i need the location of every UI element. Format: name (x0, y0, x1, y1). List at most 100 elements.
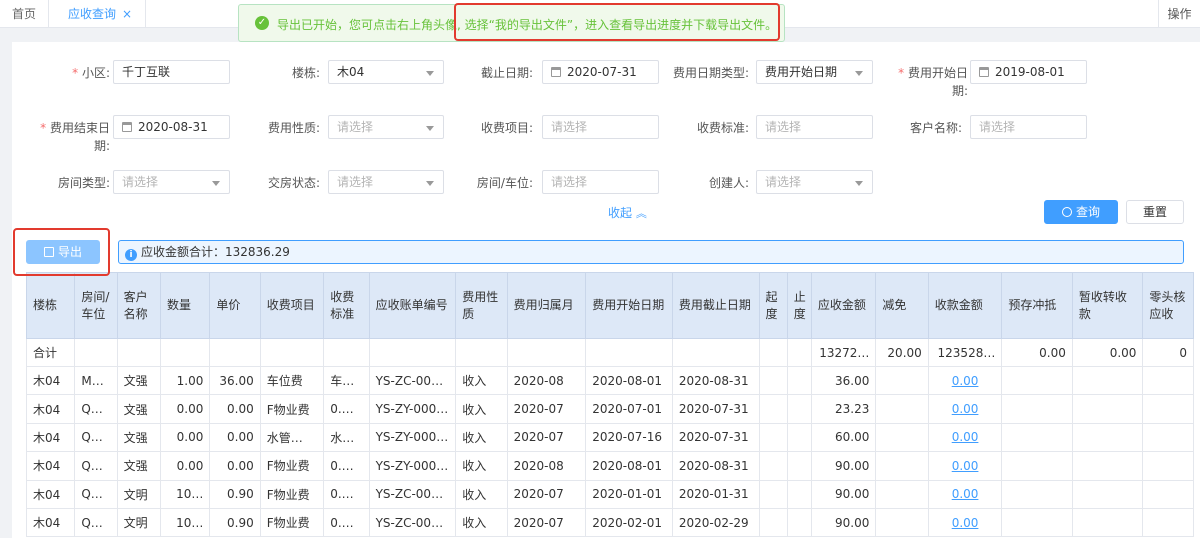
fee-end-date-picker[interactable]: 2020-08-31 (113, 115, 230, 139)
table-cell: 木04 (25, 479, 76, 509)
fee-start-label: * 费用开始日期: (898, 66, 968, 98)
table-cell: F物业费 (259, 394, 325, 424)
table-row[interactable]: 木04 Q… 文强 0.00 0.00 水管… 水… YS-ZY-000… 收入 2020-07 2… (25, 422, 1194, 453)
summary-bar: i 应收金额合计：132836.29 (118, 240, 1184, 264)
total-cell: 0.00 (1001, 338, 1073, 367)
table-cell (1001, 451, 1073, 481)
table-row[interactable]: 木04 Q… 文明 10… 0.90 F物业费 0.… YS-ZC-000… 收入 2020-07… (25, 507, 1194, 538)
table-cell (1142, 479, 1194, 509)
table-cell: 收入 (455, 394, 508, 424)
table-cell (1071, 507, 1144, 538)
received-amount-link[interactable]: 0.00 (927, 365, 1003, 396)
charge-standard-input[interactable]: 请选择 (756, 115, 873, 139)
table-cell: 文强 (116, 451, 162, 481)
received-amount-link[interactable]: 0.00 (927, 507, 1003, 538)
close-icon[interactable]: × (122, 0, 132, 28)
table-cell: 36.00 (209, 365, 261, 396)
total-cell (506, 338, 587, 367)
fee-date-type-label: 费用日期类型: (672, 66, 749, 80)
received-amount-link[interactable]: 0.00 (927, 479, 1003, 509)
column-header: 房间/车位 (74, 272, 118, 339)
table-cell: 90.00 (810, 451, 877, 481)
table-cell (1001, 507, 1073, 538)
table-body: 合计 13272… 20.00 123528… 0.00 0.00 0 木04 M… 文强 1.0… (25, 338, 1194, 538)
total-cell (259, 338, 325, 367)
total-row: 合计 13272… 20.00 123528… 0.00 0.00 0 (25, 338, 1194, 367)
collapse-toggle[interactable]: 收起 ︽ (608, 204, 647, 221)
fee-nature-select[interactable]: 请选择 (328, 115, 444, 139)
building-select[interactable]: 木04 (328, 60, 444, 84)
total-cell (758, 338, 788, 367)
table-row[interactable]: 木04 M… 文强 1.00 36.00 车位费 车… YS-ZC-000… 收入 2020-08… (25, 365, 1194, 396)
table-cell: 木04 (25, 507, 76, 538)
chevron-down-icon (855, 71, 863, 76)
community-field[interactable]: 千丁互联 (113, 60, 230, 84)
table-cell: 10… (159, 479, 211, 509)
table-cell (1071, 479, 1144, 509)
table-cell (875, 365, 929, 396)
received-amount-link[interactable]: 0.00 (927, 394, 1003, 424)
table-cell: 2020-08-31 (671, 365, 760, 396)
table-cell: 收入 (455, 507, 508, 538)
column-header: 收款金额 (927, 272, 1003, 339)
table-cell: 60.00 (810, 422, 877, 453)
building-label: 楼栋: (291, 66, 320, 80)
table-cell (786, 394, 812, 424)
room-type-select[interactable]: 请选择 (113, 170, 230, 194)
column-header: 止度 (786, 272, 812, 339)
column-header: 费用开始日期 (585, 272, 673, 339)
table-cell (1001, 479, 1073, 509)
charge-standard-label: 收费标准: (696, 121, 749, 135)
table-cell (1142, 365, 1194, 396)
handover-select[interactable]: 请选择 (328, 170, 444, 194)
table-cell (758, 479, 788, 509)
total-cell: 20.00 (875, 338, 929, 367)
table-cell: YS-ZC-000… (368, 479, 457, 509)
column-header: 客户名称 (116, 272, 162, 339)
column-header: 减免 (875, 272, 929, 339)
table-cell: 收入 (455, 451, 508, 481)
fee-date-type-select[interactable]: 费用开始日期 (756, 60, 873, 84)
table-cell: 2020-07-31 (671, 394, 760, 424)
table-cell: 文强 (116, 422, 162, 453)
table-cell: 收入 (455, 365, 508, 396)
customer-input[interactable]: 请选择 (970, 115, 1087, 139)
tab-receivable-query[interactable]: 应收查询 × (49, 0, 146, 28)
column-header: 费用归属月 (506, 272, 587, 339)
received-amount-link[interactable]: 0.00 (927, 451, 1003, 481)
table-cell (1142, 422, 1194, 453)
table-cell: 2020-02-29 (671, 507, 760, 538)
table-cell (758, 451, 788, 481)
table-cell (1142, 507, 1194, 538)
charge-item-input[interactable]: 请选择 (542, 115, 659, 139)
creator-select[interactable]: 请选择 (756, 170, 873, 194)
column-header: 预存冲抵 (1001, 272, 1073, 339)
table-row[interactable]: 木04 Q… 文明 10… 0.90 F物业费 0.… YS-ZC-000… 收入 2020-07… (25, 479, 1194, 509)
table-cell: 水… (323, 422, 370, 453)
query-button[interactable]: 查询 (1044, 200, 1118, 224)
fee-start-date-picker[interactable]: 2019-08-01 (970, 60, 1087, 84)
received-amount-link[interactable]: 0.00 (927, 422, 1003, 453)
table-cell (786, 365, 812, 396)
room-slot-input[interactable]: 请选择 (542, 170, 659, 194)
total-cell (159, 338, 211, 367)
table-cell: 水管… (259, 422, 325, 453)
table-cell: 90.00 (810, 479, 877, 509)
table-cell: YS-ZY-000… (368, 422, 457, 453)
table-row[interactable]: 木04 Q… 文强 0.00 0.00 F物业费 0.… YS-ZY-000… 收入 2020-0… (25, 394, 1194, 424)
cutoff-date-picker[interactable]: 2020-07-31 (542, 60, 659, 84)
reset-button[interactable]: 重置 (1126, 200, 1184, 224)
tab-home[interactable]: 首页 (0, 0, 49, 28)
column-header: 起度 (758, 272, 788, 339)
summary-text: 应收金额合计：132836.29 (141, 245, 290, 259)
room-type-label: 房间类型: (57, 176, 110, 190)
table-cell (875, 422, 929, 453)
table-cell: 2020-07 (506, 394, 587, 424)
column-header: 费用截止日期 (671, 272, 760, 339)
total-cell: 0.00 (1071, 338, 1144, 367)
table-cell: YS-ZC-000… (368, 365, 457, 396)
chevron-down-icon (212, 181, 220, 186)
table-cell: 文强 (116, 394, 162, 424)
table-row[interactable]: 木04 Q… 文强 0.00 0.00 F物业费 0.… YS-ZY-000… 收入 2020-0… (25, 451, 1194, 481)
tab-operations[interactable]: 操作 (1158, 0, 1200, 28)
